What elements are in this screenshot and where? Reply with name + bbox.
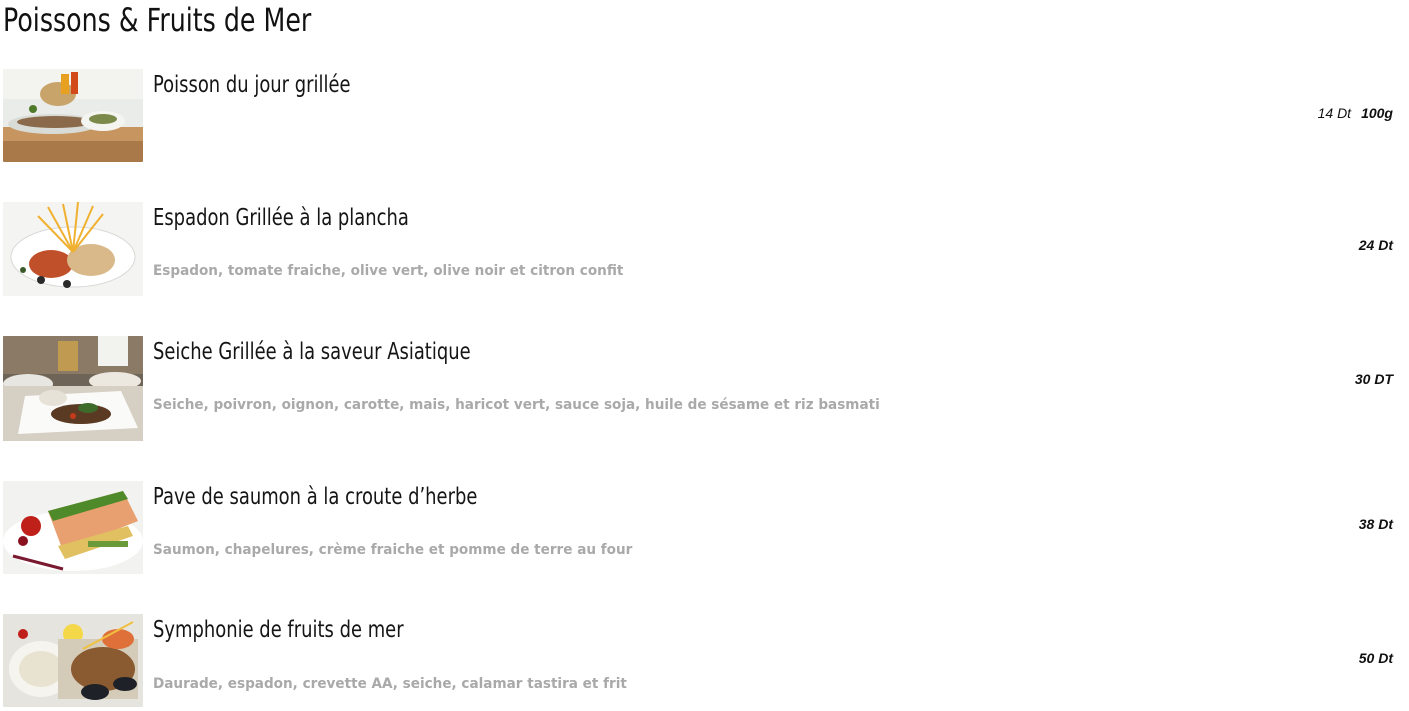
menu-item: Seiche Grillée à la saveur Asiatique Sei… bbox=[0, 336, 1409, 441]
price-value: 24 Dt bbox=[1358, 237, 1393, 253]
item-name: Poisson du jour grillée bbox=[153, 72, 351, 98]
item-name: Espadon Grillée à la plancha bbox=[153, 205, 409, 231]
menu-item: Poisson du jour grillée 14 Dt 100g bbox=[0, 69, 1409, 162]
price-value: 38 Dt bbox=[1358, 516, 1393, 532]
item-price: 30 DT bbox=[1355, 369, 1393, 389]
page-title: Poissons & Fruits de Mer bbox=[3, 1, 312, 39]
item-description: Daurade, espadon, crevette AA, seiche, c… bbox=[153, 676, 627, 692]
menu-item: Espadon Grillée à la plancha Espadon, to… bbox=[0, 202, 1409, 296]
price-value: 14 Dt bbox=[1317, 105, 1352, 121]
grilled-fish-photo bbox=[3, 69, 143, 162]
menu-item: Pave de saumon à la croute d’herbe Saumo… bbox=[0, 481, 1409, 574]
price-unit: 100g bbox=[1361, 105, 1393, 121]
seafood-platter-photo bbox=[3, 614, 143, 707]
price-value: 30 DT bbox=[1354, 371, 1393, 387]
menu-item: Symphonie de fruits de mer Daurade, espa… bbox=[0, 614, 1409, 707]
item-price: 14 Dt 100g bbox=[1318, 103, 1393, 123]
item-name: Pave de saumon à la croute d’herbe bbox=[153, 484, 478, 510]
item-price: 38 Dt bbox=[1359, 514, 1393, 534]
item-price: 24 Dt bbox=[1359, 235, 1393, 255]
item-price: 50 Dt bbox=[1359, 648, 1393, 668]
swordfish-photo bbox=[3, 202, 143, 296]
price-value: 50 Dt bbox=[1358, 650, 1393, 666]
salmon-photo bbox=[3, 481, 143, 574]
item-description: Espadon, tomate fraiche, olive vert, oli… bbox=[153, 263, 624, 279]
cuttlefish-photo bbox=[3, 336, 143, 441]
item-description: Seiche, poivron, oignon, carotte, mais, … bbox=[153, 397, 880, 413]
item-name: Seiche Grillée à la saveur Asiatique bbox=[153, 339, 471, 365]
item-name: Symphonie de fruits de mer bbox=[153, 617, 404, 643]
item-description: Saumon, chapelures, crème fraiche et pom… bbox=[153, 542, 633, 558]
